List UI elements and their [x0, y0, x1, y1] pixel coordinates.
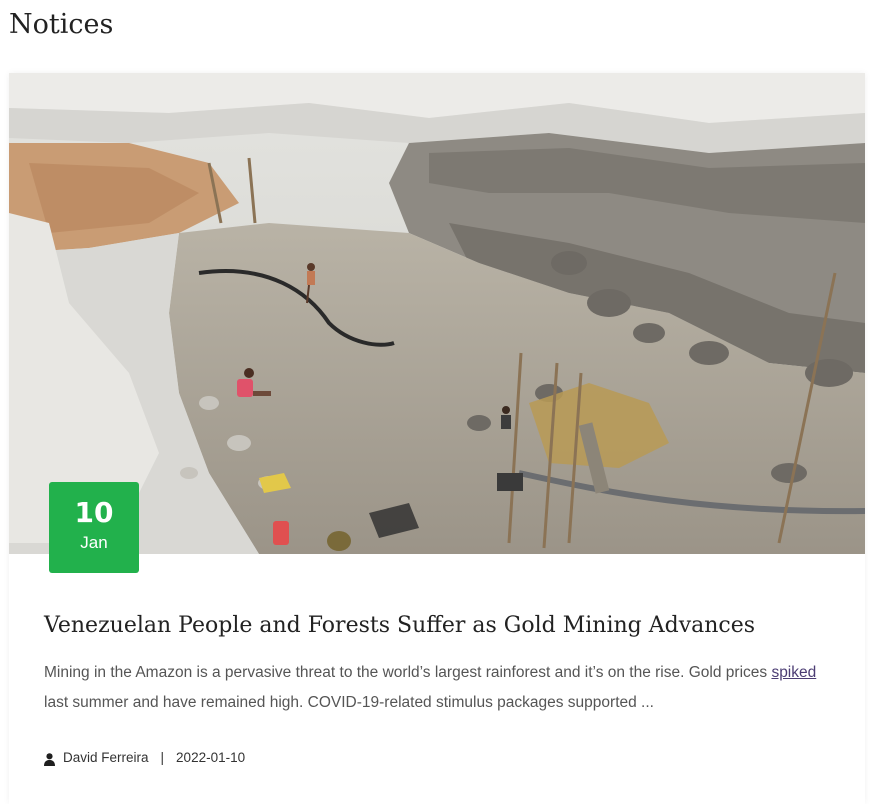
spiked-link[interactable]: spiked	[771, 664, 816, 681]
user-icon	[44, 752, 55, 766]
meta-separator: |	[160, 750, 165, 766]
date-day: 10	[74, 496, 114, 529]
post-excerpt: Mining in the Amazon is a pervasive thre…	[44, 658, 844, 718]
author-name[interactable]: David Ferreira	[63, 748, 149, 768]
excerpt-text-end: last summer and have remained high. COVI…	[44, 694, 654, 711]
post-title-link[interactable]: Venezuelan People and Forests Suffer as …	[44, 610, 755, 642]
excerpt-text-start: Mining in the Amazon is a pervasive thre…	[44, 664, 772, 681]
page-title: Notices	[9, 9, 114, 40]
date-month: Jan	[80, 533, 108, 552]
date-badge: 10 Jan	[49, 482, 139, 573]
post-meta: David Ferreira | 2022-01-10	[44, 748, 245, 768]
post-date: 2022-01-10	[176, 750, 246, 766]
notice-card: 10 Jan Venezuelan People and Forests Suf…	[9, 73, 865, 804]
